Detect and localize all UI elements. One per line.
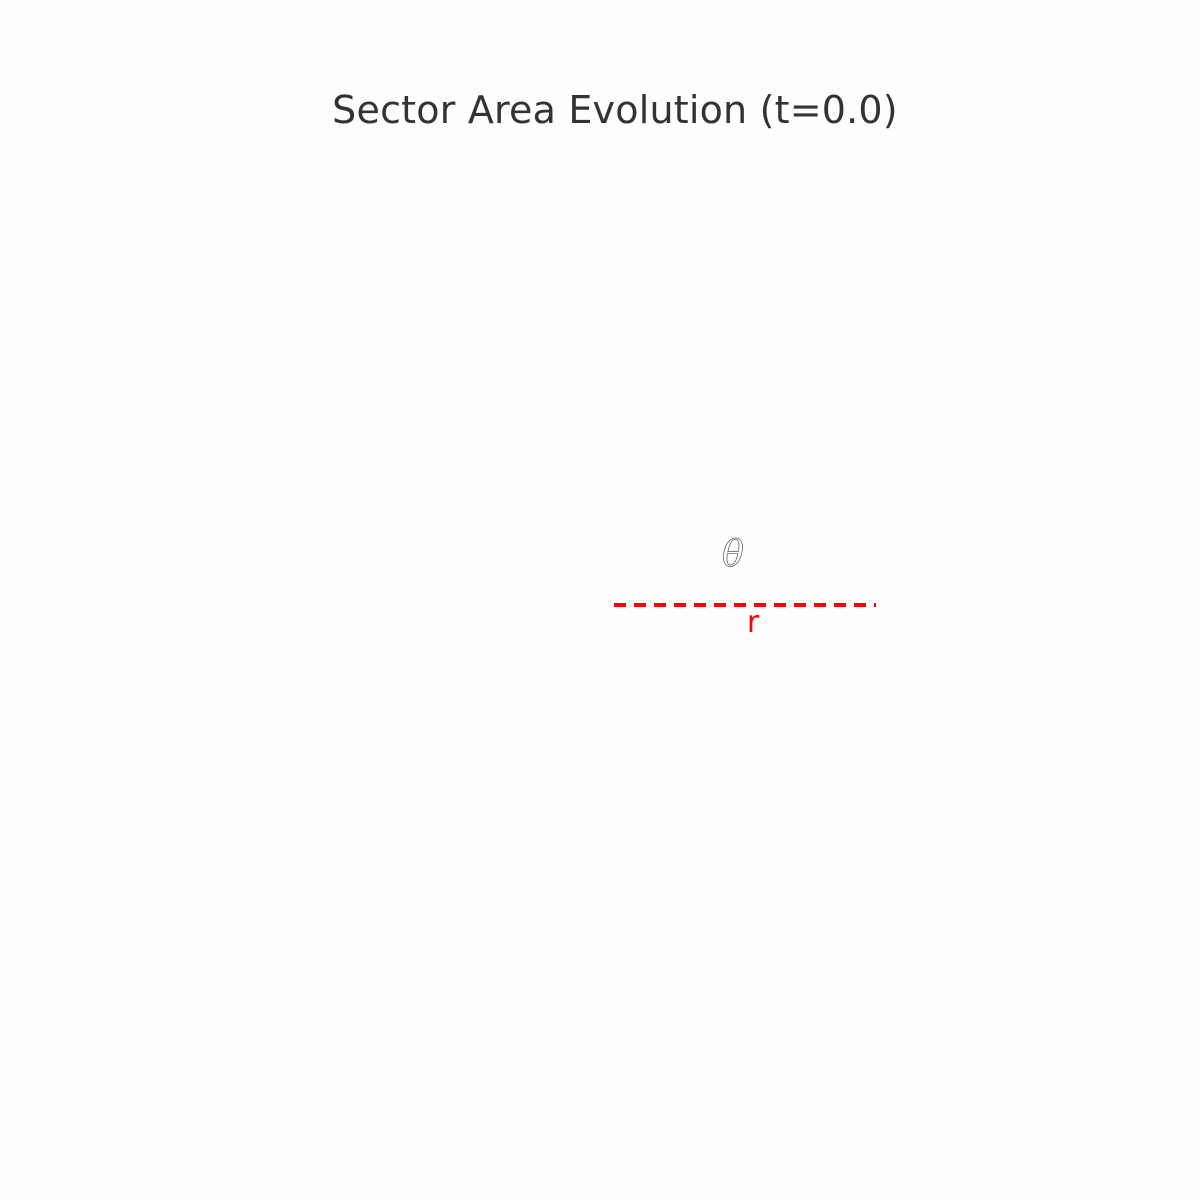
angle-theta-label: θ xyxy=(722,534,744,575)
figure-canvas: Sector Area Evolution (t=0.0) θ r xyxy=(0,0,1200,1200)
radius-r-label: r xyxy=(747,605,760,640)
sector-diagram: θ r xyxy=(614,534,876,640)
